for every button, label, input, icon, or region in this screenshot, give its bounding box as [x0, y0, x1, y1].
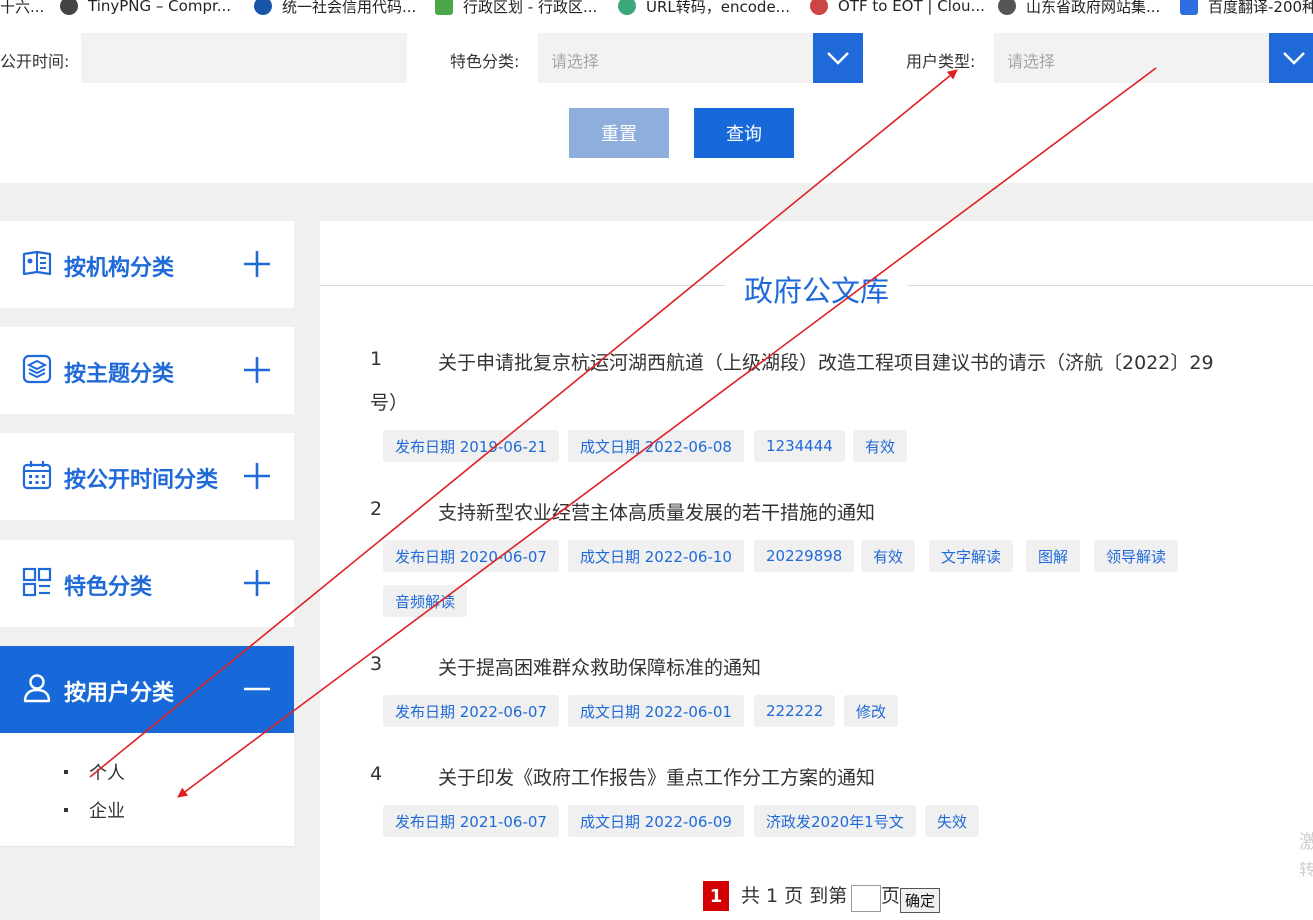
doc-number: 2 [370, 498, 383, 520]
tag-publish-date: 发布日期 2019-06-21 [383, 430, 559, 462]
bookmark[interactable]: TinyPNG – Compr... [60, 0, 231, 16]
main-panel: 政府公文库 1 关于申请批复京杭运河湖西航道（上级湖段）改造工程项目建议书的请示… [320, 221, 1313, 920]
sidebar-item-feature[interactable]: 特色分类 [0, 540, 294, 627]
sidebar-item-label: 特色分类 [64, 575, 153, 600]
tag-status: 失效 [925, 805, 980, 837]
sidebar-item-user[interactable]: 按用户分类 [0, 646, 294, 733]
bookmark[interactable]: 统一社会信用代码... [254, 0, 416, 16]
page-suffix: 页 [881, 885, 901, 907]
sidebar-item-organization[interactable]: 按机构分类 [0, 221, 294, 308]
layers-icon [22, 354, 52, 384]
plus-icon[interactable] [243, 250, 271, 278]
tag-leader-interpretation[interactable]: 领导解读 [1094, 540, 1179, 572]
doc-number: 3 [370, 653, 383, 675]
tag-doc-number: 济政发2020年1号文 [754, 805, 916, 837]
feature-select[interactable]: 请选择 [538, 33, 863, 83]
doc-title-link[interactable]: 支持新型农业经营主体高质量发展的若干措施的通知 [438, 498, 875, 525]
watermark-char: 转 [1299, 860, 1313, 879]
reset-button[interactable]: 重置 [569, 108, 669, 158]
plus-icon[interactable] [243, 569, 271, 597]
user-type-label: 用户类型: [906, 52, 976, 71]
doc-number: 4 [370, 763, 383, 785]
calendar-icon [22, 461, 52, 490]
tag-written-date: 成文日期 2022-06-09 [568, 805, 744, 837]
bookmark[interactable]: URL转码，encode... [618, 0, 790, 16]
translate-icon [1180, 0, 1198, 15]
sub-item-individual[interactable]: 个人 [64, 759, 125, 785]
page-jump-input[interactable] [851, 885, 881, 912]
bookmarks-bar: 十六... TinyPNG – Compr... 统一社会信用代码... 行政区… [0, 0, 1313, 18]
page-current[interactable]: 1 [703, 881, 729, 911]
codes-icon [254, 0, 272, 15]
tag-publish-date: 发布日期 2022-06-07 [383, 695, 559, 727]
bookmark[interactable]: 百度翻译-200种 [1180, 0, 1313, 16]
plus-icon[interactable] [243, 356, 271, 384]
tag-written-date: 成文日期 2022-06-01 [568, 695, 744, 727]
user-type-select[interactable]: 请选择 [994, 33, 1313, 83]
query-button[interactable]: 查询 [694, 108, 794, 158]
bookmark[interactable]: 十六... [0, 0, 44, 16]
bookmark[interactable]: OTF to EOT | Clou... [810, 0, 985, 16]
sidebar-item-publish-time[interactable]: 按公开时间分类 [0, 433, 294, 520]
doc-title-link[interactable]: 关于印发《政府工作报告》重点工作分工方案的通知 [438, 763, 875, 790]
watermark-char: 激 [1299, 831, 1313, 853]
sidebar-item-label: 按主题分类 [64, 362, 175, 387]
chevron-down-icon[interactable] [813, 33, 863, 83]
tag-graphic[interactable]: 图解 [1026, 540, 1081, 572]
map-icon [435, 0, 453, 15]
grid-icon [22, 567, 52, 597]
doc-title-link[interactable]: 关于申请批复京杭运河湖西航道（上级湖段）改造工程项目建议书的请示（济航〔2022… [438, 348, 1214, 375]
user-sub-menu: 个人 企业 [0, 733, 294, 847]
user-icon [23, 674, 51, 703]
cloud-icon [810, 0, 828, 15]
panda-icon [60, 0, 78, 15]
tag-written-date: 成文日期 2022-06-10 [568, 540, 744, 572]
feature-label: 特色分类: [450, 52, 520, 71]
user-type-placeholder: 请选择 [1007, 52, 1056, 71]
tag-status: 有效 [861, 540, 916, 572]
sub-item-enterprise[interactable]: 企业 [64, 797, 125, 823]
bookmark[interactable]: 行政区划 - 行政区... [435, 0, 597, 16]
sidebar-item-label: 按机构分类 [64, 256, 175, 281]
book-icon [22, 250, 52, 276]
page-confirm-button[interactable]: 确定 [900, 888, 940, 913]
globe-icon [998, 0, 1016, 15]
doc-title-link[interactable]: 号） [370, 388, 408, 415]
tag-doc-number: 222222 [754, 695, 836, 727]
publish-time-field[interactable] [81, 33, 407, 83]
tag-status: 有效 [853, 430, 908, 462]
doc-title-link[interactable]: 关于提高困难群众救助保障标准的通知 [438, 653, 761, 680]
sidebar-item-label: 按公开时间分类 [64, 468, 219, 493]
page-total-text: 共 1 页 到第 [741, 885, 848, 907]
tag-audio-interpretation[interactable]: 音频解读 [383, 585, 468, 617]
tag-status: 修改 [844, 695, 899, 727]
publish-time-label: 公开时间: [0, 52, 70, 71]
doc-number: 1 [370, 348, 383, 370]
minus-icon[interactable] [243, 675, 271, 703]
sidebar-item-label: 按用户分类 [64, 681, 175, 706]
gear-icon [618, 0, 636, 15]
sidebar-item-topic[interactable]: 按主题分类 [0, 327, 294, 414]
tag-written-date: 成文日期 2022-06-08 [568, 430, 744, 462]
tag-publish-date: 发布日期 2021-06-07 [383, 805, 559, 837]
tag-publish-date: 发布日期 2020-06-07 [383, 540, 559, 572]
page-title: 政府公文库 [725, 268, 909, 310]
tag-text-interpretation[interactable]: 文字解读 [929, 540, 1014, 572]
bookmark[interactable]: 山东省政府网站集... [998, 0, 1160, 16]
feature-placeholder: 请选择 [551, 52, 600, 71]
tag-doc-number: 1234444 [754, 430, 845, 462]
chevron-down-icon[interactable] [1269, 33, 1313, 83]
plus-icon[interactable] [243, 462, 271, 490]
tag-doc-number: 20229898 [754, 540, 855, 572]
